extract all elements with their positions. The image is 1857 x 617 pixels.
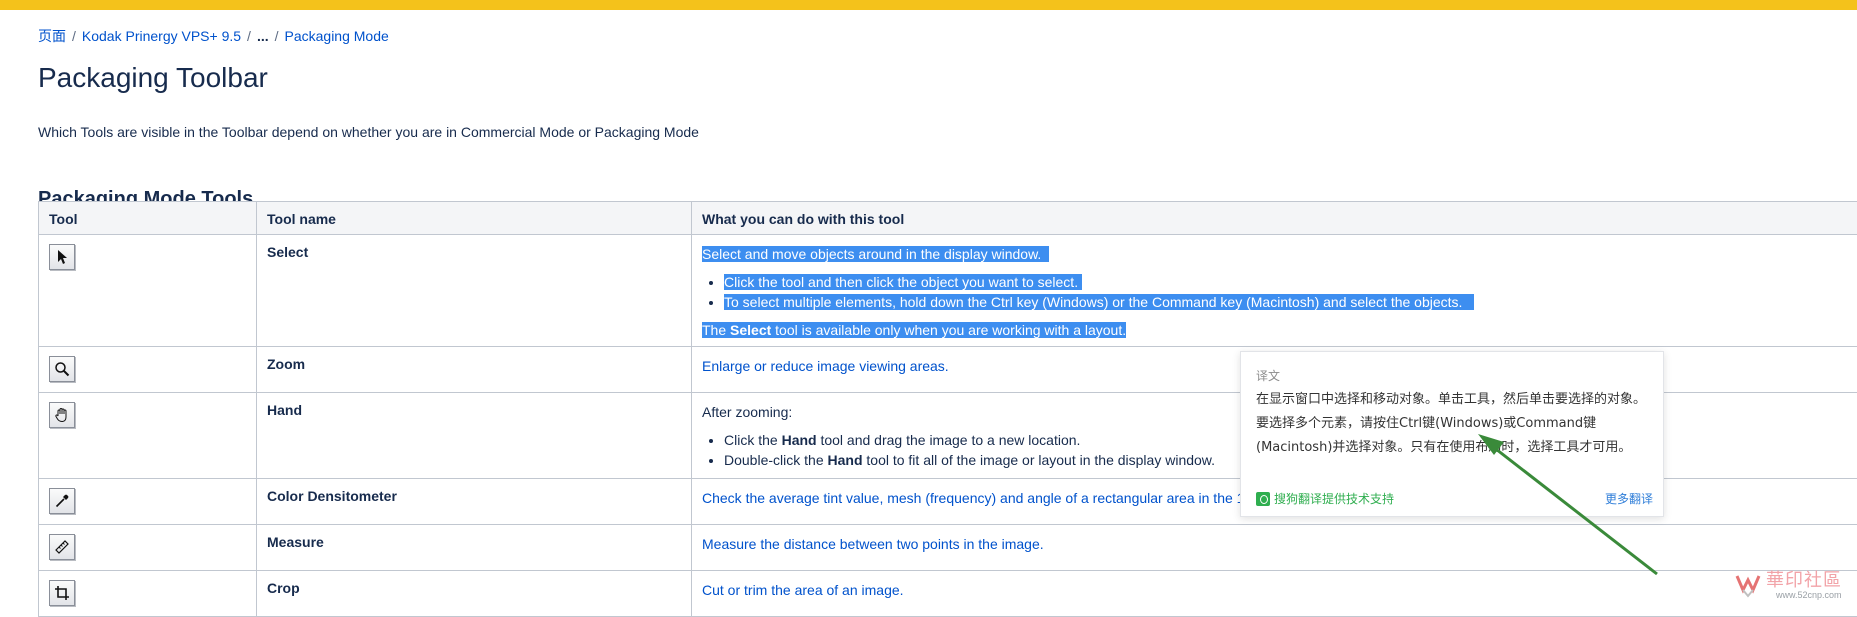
translation-provider-text: 搜狗翻译提供技术支持 — [1274, 490, 1394, 507]
magnifier-icon[interactable] — [49, 356, 75, 382]
breadcrumb: 页面 / Kodak Prinergy VPS+ 9.5 /... / Packaging… — [38, 26, 1857, 46]
top-accent-bar — [0, 0, 1857, 10]
description-note: The Select tool is available only when y… — [702, 320, 1857, 340]
sogou-logo-icon — [1256, 492, 1270, 506]
tool-icon-cell — [39, 571, 257, 617]
table-header-row: Tool Tool name What you can do with this… — [39, 202, 1857, 235]
breadcrumb-separator: / — [275, 28, 279, 44]
breadcrumb-item-current[interactable]: Packaging Mode — [285, 28, 389, 44]
tool-name: Select — [257, 235, 692, 347]
translation-popup: 译文 在显示窗口中选择和移动对象。单击工具，然后单击要选择的对象。要选择多个元素… — [1240, 351, 1664, 517]
watermark: 華印社區 www.52cnp.com — [1730, 564, 1850, 602]
arrow-pointer-icon[interactable] — [49, 244, 75, 270]
watermark-url: www.52cnp.com — [1776, 590, 1842, 600]
crop-icon[interactable] — [49, 580, 75, 606]
list-item: Click the tool and then click the object… — [724, 272, 1857, 292]
description-text: Measure the distance between two points … — [702, 536, 1044, 552]
table-row: Measure Measure the distance between two… — [39, 525, 1857, 571]
tool-name: Hand — [257, 393, 692, 479]
description-text: Enlarge or reduce image viewing areas. — [702, 358, 949, 374]
description-text: Cut or trim the area of an image. — [702, 582, 904, 598]
table-row: Crop Cut or trim the area of an image. — [39, 571, 1857, 617]
list-item-text: To select multiple elements, hold down t… — [724, 294, 1462, 310]
tool-description: Cut or trim the area of an image. — [692, 571, 1857, 617]
tool-description: Measure the distance between two points … — [692, 525, 1857, 571]
note-text: The — [702, 322, 730, 338]
tool-name: Crop — [257, 571, 692, 617]
breadcrumb-separator: / — [247, 28, 251, 44]
tool-description: Select and move objects around in the di… — [692, 235, 1857, 347]
breadcrumb-item-pages[interactable]: 页面 — [38, 28, 66, 44]
translation-text: 在显示窗口中选择和移动对象。单击工具，然后单击要选择的对象。要选择多个元素，请按… — [1256, 388, 1651, 460]
table-row: Select Select and move objects around in… — [39, 235, 1857, 347]
tool-icon-cell — [39, 235, 257, 347]
column-header-tool: Tool — [39, 202, 257, 235]
tool-icon-cell — [39, 525, 257, 571]
list-item-text: Click the tool and then click the object… — [724, 274, 1078, 290]
intro-text: Which Tools are visible in the Toolbar d… — [38, 122, 1857, 142]
page-content: 页面 / Kodak Prinergy VPS+ 9.5 /... / Packaging… — [38, 26, 1857, 212]
eyedropper-icon[interactable] — [49, 488, 75, 514]
watermark-text: 華印社區 — [1766, 566, 1842, 592]
page-title: Packaging Toolbar — [38, 60, 1857, 96]
tool-name: Zoom — [257, 347, 692, 393]
description-text: Check the average tint value, mesh (freq… — [702, 490, 1249, 506]
tool-icon-cell — [39, 393, 257, 479]
tool-icon-cell — [39, 479, 257, 525]
description-list: Click the tool and then click the object… — [702, 272, 1857, 312]
hand-icon[interactable] — [49, 402, 75, 428]
translation-provider[interactable]: 搜狗翻译提供技术支持 — [1256, 490, 1394, 507]
column-header-description: What you can do with this tool — [692, 202, 1857, 235]
column-header-tool-name: Tool name — [257, 202, 692, 235]
watermark-logo-icon — [1734, 570, 1762, 598]
breadcrumb-item-product[interactable]: Kodak Prinergy VPS+ 9.5 — [82, 28, 241, 44]
breadcrumb-separator: / — [72, 28, 76, 44]
note-bold-text: Select — [730, 322, 771, 338]
breadcrumb-ellipsis[interactable]: ... — [257, 28, 269, 44]
note-text: tool is available only when you are work… — [771, 322, 1126, 338]
tool-icon-cell — [39, 347, 257, 393]
ruler-icon[interactable] — [49, 534, 75, 560]
more-translations-link[interactable]: 更多翻译 — [1605, 490, 1653, 507]
tool-name: Color Densitometer — [257, 479, 692, 525]
description-text: Select and move objects around in the di… — [702, 246, 1041, 262]
list-item: To select multiple elements, hold down t… — [724, 292, 1857, 312]
tool-name: Measure — [257, 525, 692, 571]
translation-label: 译文 — [1256, 367, 1280, 384]
